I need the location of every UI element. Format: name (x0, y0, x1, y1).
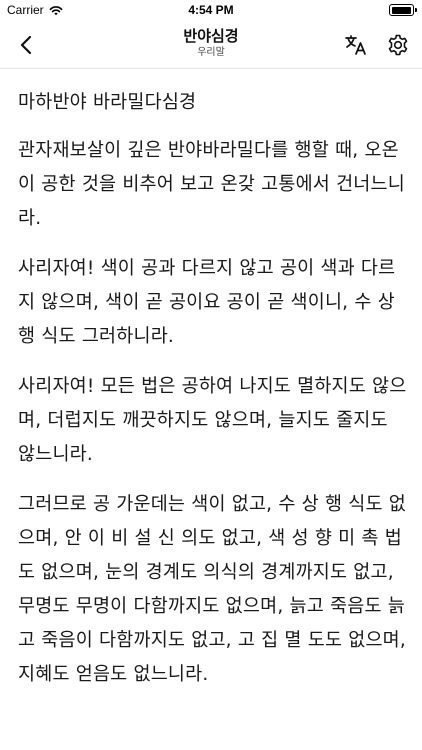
sutra-paragraph: 사리자여! 색이 공과 다르지 않고 공이 색과 다르지 않으며, 색이 곧 공… (18, 258, 396, 347)
sutra-paragraph: 그러므로 공 가운데는 색이 없고, 수 상 행 식도 없으며, 안 이 비 설… (18, 494, 406, 685)
back-button[interactable] (12, 31, 40, 59)
status-time: 4:54 PM (188, 3, 234, 17)
battery-icon (389, 4, 417, 16)
settings-button[interactable] (384, 31, 412, 59)
gear-icon (388, 34, 408, 56)
sutra-text: 마하반야 바라밀다심경 관자재보살이 깊은 반야바라밀다를 행할 때, 오온이 … (18, 86, 410, 750)
nav-titles: 반야심경 우리말 (90, 27, 332, 60)
battery-level (391, 6, 411, 14)
screen: Carrier 4:54 PM 반야심경 우리말 마하반야 바라밀다심경 관자재… (0, 0, 422, 750)
chevron-left-icon (20, 35, 32, 55)
sutra-paragraph: 사리자여! 모든 법은 공하여 나지도 멸하지도 않으며, 더럽지도 깨끗하지도… (18, 376, 407, 465)
status-bar: Carrier 4:54 PM (0, 0, 422, 22)
sutra-paragraph: 관자재보살이 깊은 반야바라밀다를 행할 때, 오온이 공한 것을 비추어 보고… (18, 140, 405, 229)
page-subtitle: 우리말 (197, 47, 225, 58)
sutra-paragraph-title: 마하반야 바라밀다심경 (18, 92, 197, 113)
page-title: 반야심경 (183, 27, 239, 45)
nav-divider (0, 68, 422, 69)
status-right (389, 4, 417, 16)
translate-icon (345, 35, 366, 55)
translate-button[interactable] (342, 31, 370, 59)
nav-bar: 반야심경 우리말 (0, 22, 422, 68)
